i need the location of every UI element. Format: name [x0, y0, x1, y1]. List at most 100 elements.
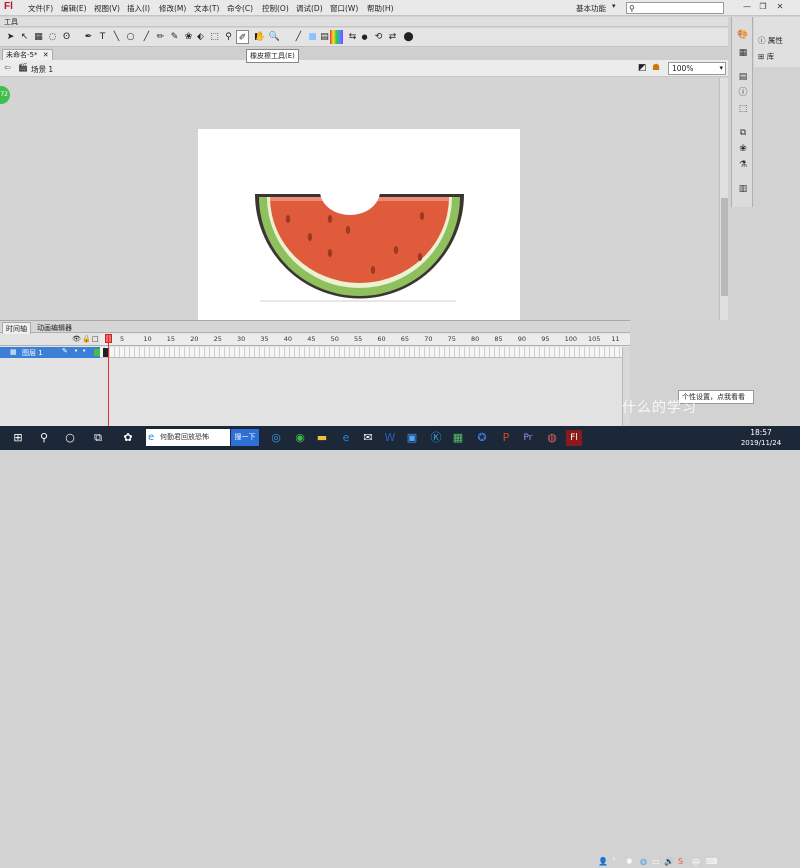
object-drawing-icon[interactable]: ⬤ [402, 30, 415, 44]
menu-file[interactable]: 文件(F) [28, 3, 53, 14]
powerpoint-icon[interactable]: P [498, 430, 514, 446]
library-tab[interactable]: ⊞ 库 [758, 51, 774, 62]
pinwheel-app-icon[interactable]: ✿ [120, 430, 136, 446]
info-panel-icon[interactable]: ⓘ [736, 87, 750, 99]
chevron-down-icon[interactable]: ▾ [719, 63, 723, 74]
properties-tab[interactable]: ⓘ 属性 [758, 35, 783, 46]
stage-canvas[interactable] [198, 129, 520, 320]
lock-icon[interactable]: 🔒 [82, 335, 91, 343]
task-view-icon[interactable]: ⧉ [90, 430, 106, 446]
frame-ruler[interactable]: 1510152025303540455055606570758085909510… [100, 334, 630, 346]
lasso-tool-icon[interactable]: ʘ [60, 30, 73, 44]
selection-tool-icon[interactable]: ➤ [4, 30, 17, 44]
edit-symbols-icon[interactable]: ◩ [638, 63, 647, 73]
color-palette-icon[interactable]: ⬥ [330, 30, 343, 44]
app-icon[interactable]: ◎ [268, 430, 284, 446]
edit-scene-icon[interactable]: ☗ [652, 63, 660, 73]
text-tool-icon[interactable]: T [96, 30, 109, 44]
windows-start-icon[interactable]: ⊞ [10, 430, 26, 446]
tab-motion-editor[interactable]: 动画编辑器 [34, 322, 75, 334]
eye-icon[interactable]: 👁 [72, 335, 81, 343]
menu-commands[interactable]: 命令(C) [227, 3, 253, 14]
flash-taskbar-icon[interactable]: Fl [566, 430, 582, 446]
oval-tool-icon[interactable]: ○ [124, 30, 137, 44]
floating-badge[interactable]: 72 [0, 86, 10, 104]
minimize-icon[interactable]: — [740, 1, 754, 13]
smooth-icon[interactable]: ⇄ [386, 30, 399, 44]
components-panel-icon[interactable]: ⧉ [736, 127, 750, 139]
keyboard-icon[interactable]: ⌨ [706, 857, 718, 866]
layer-name[interactable]: 图层 1 [22, 348, 43, 358]
layer-visibility-dots[interactable]: •• [74, 347, 90, 355]
brush-tool-icon[interactable]: ✏ [154, 30, 167, 44]
clock-time[interactable]: 18:57 [730, 428, 792, 437]
cortana-icon[interactable]: ○ [62, 430, 78, 446]
person-icon[interactable]: 👤 [598, 857, 608, 866]
app-icon[interactable]: ✪ [474, 430, 490, 446]
menu-control[interactable]: 控制(O) [262, 3, 289, 14]
free-transform-tool-icon[interactable]: ▦ [32, 30, 45, 44]
close-icon[interactable]: ✕ [773, 1, 787, 13]
zoom-select[interactable]: 100% ▾ [668, 62, 726, 75]
eyedropper-tool-icon[interactable]: ⚲ [222, 30, 235, 44]
mail-icon[interactable]: ✉ [360, 430, 376, 446]
k-app-icon[interactable]: Ⓚ [428, 430, 444, 446]
sogou-icon[interactable]: S [678, 857, 683, 866]
eraser-tool-icon[interactable]: ✐ [236, 30, 249, 44]
volume-icon[interactable]: 🔊 [664, 857, 674, 866]
swatches-panel-icon[interactable]: ▦ [736, 47, 750, 59]
menu-modify[interactable]: 修改(M) [159, 3, 186, 14]
chevron-up-icon[interactable]: ˄ [612, 857, 616, 866]
spray-brush-tool-icon[interactable]: ✎ [168, 30, 181, 44]
menu-text[interactable]: 文本(T) [194, 3, 219, 14]
app-icon[interactable]: ◍ [544, 430, 560, 446]
menu-debug[interactable]: 调试(D) [296, 3, 323, 14]
zoom-tool-icon[interactable]: 🔍 [268, 30, 281, 44]
browser-search-input[interactable]: e 何勤君回放恐怖 [146, 429, 230, 446]
clock-date[interactable]: 2019/11/24 [730, 439, 792, 447]
ime-indicator[interactable]: 中 [692, 857, 700, 868]
stroke-color-icon[interactable]: ╱ [292, 30, 305, 44]
photos-icon[interactable]: ▣ [404, 430, 420, 446]
paint-bucket-tool-icon[interactable]: ⬚ [208, 30, 221, 44]
snap-icon[interactable]: ⟲ [372, 30, 385, 44]
app-icon[interactable]: ▦ [450, 430, 466, 446]
battery-icon[interactable]: ▭ [652, 857, 660, 866]
menu-edit[interactable]: 编辑(E) [61, 3, 87, 14]
3d-rotation-tool-icon[interactable]: ◌ [46, 30, 59, 44]
word-icon[interactable]: W [382, 430, 398, 446]
watermelon-drawing[interactable] [198, 129, 520, 320]
premiere-icon[interactable]: Pr [520, 430, 536, 446]
restore-icon[interactable]: ❐ [756, 1, 770, 13]
bluetooth-icon[interactable]: ✱ [626, 857, 633, 866]
close-icon[interactable]: ✕ [43, 51, 49, 59]
workspace-switcher[interactable]: 基本功能 [576, 3, 606, 14]
tray-app-icon[interactable]: ◍ [640, 857, 647, 866]
chevron-down-icon[interactable]: ▾ [612, 2, 616, 10]
code-snippets-icon[interactable]: ⚗ [736, 159, 750, 171]
menu-insert[interactable]: 插入(I) [127, 3, 150, 14]
360-browser-icon[interactable]: ◉ [292, 430, 308, 446]
menu-view[interactable]: 视图(V) [94, 3, 120, 14]
scrollbar-thumb[interactable] [721, 198, 728, 296]
subselection-tool-icon[interactable]: ↖ [18, 30, 31, 44]
align-panel-icon[interactable]: ▤ [736, 71, 750, 83]
document-tab[interactable]: 未命名-5* ✕ [2, 49, 53, 60]
edge-icon[interactable]: e [338, 430, 354, 446]
menu-help[interactable]: 帮助(H) [367, 3, 394, 14]
bone-tool-icon[interactable]: ⬖ [194, 30, 207, 44]
menu-window[interactable]: 窗口(W) [330, 3, 358, 14]
color-panel-icon[interactable]: 🎨 [736, 29, 750, 41]
hand-tool-icon[interactable]: ✋ [254, 30, 267, 44]
transform-panel-icon[interactable]: ⬚ [736, 103, 750, 115]
vertical-scrollbar[interactable] [719, 78, 728, 320]
line-tool-icon[interactable]: ╲ [110, 30, 123, 44]
help-search-input[interactable]: ⚲ [626, 2, 724, 14]
pencil-tool-icon[interactable]: ╱ [140, 30, 153, 44]
black-white-icon[interactable]: ● [358, 30, 371, 44]
history-panel-icon[interactable]: ▥ [736, 183, 750, 195]
file-explorer-icon[interactable]: ▬ [314, 430, 330, 446]
search-button[interactable]: 搜一下 [231, 429, 259, 446]
outline-icon[interactable]: □ [92, 335, 99, 343]
back-arrow-icon[interactable]: ⇦ [4, 63, 11, 72]
